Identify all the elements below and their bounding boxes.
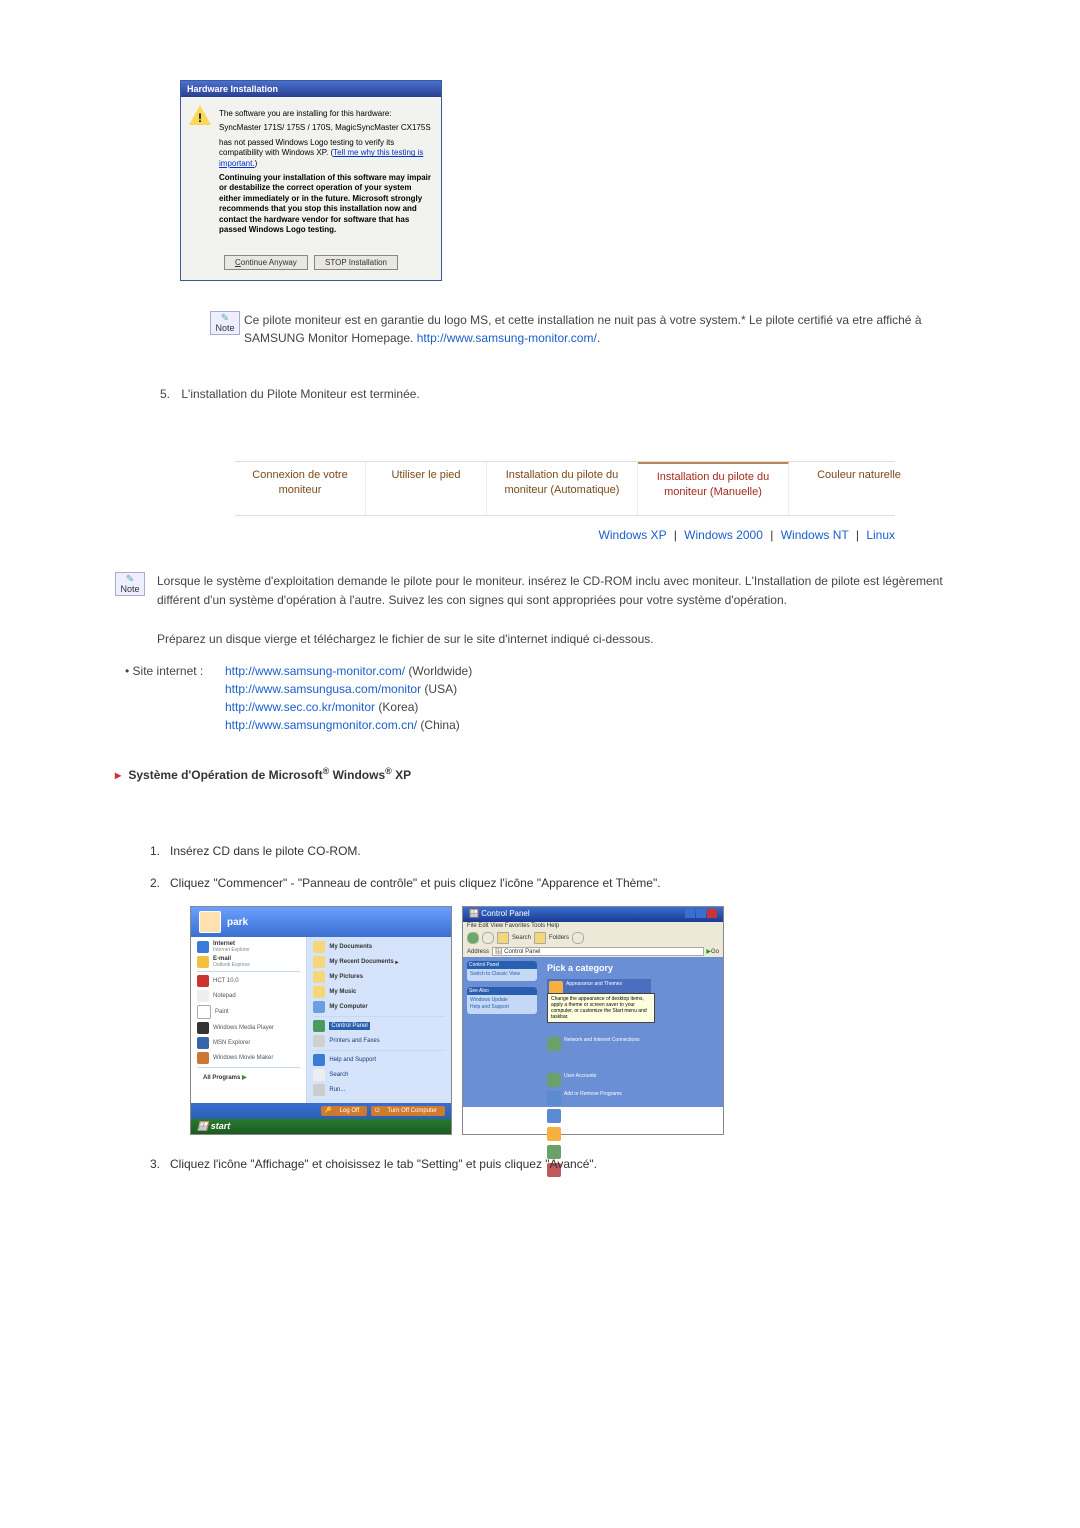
step-5: 5. L'installation du Pilote Moniteur est… xyxy=(160,387,965,401)
date-icon xyxy=(547,1109,561,1123)
arrow-icon: ▸ xyxy=(115,768,121,782)
note-text-2: Lorsque le système d'exploitation demand… xyxy=(157,572,965,610)
msn-icon xyxy=(197,1037,209,1049)
folder-icon xyxy=(313,971,325,983)
sites-label: Site internet : xyxy=(125,664,225,736)
site-link-worldwide[interactable]: http://www.samsung-monitor.com/ xyxy=(225,664,405,678)
cat-network: Network and Internet Connections xyxy=(547,1037,647,1051)
start-username: park xyxy=(227,917,248,928)
cat-sounds: Sounds, Speech, and Audio Devices xyxy=(547,1127,647,1141)
site-link-usa[interactable]: http://www.samsungusa.com/monitor xyxy=(225,682,421,696)
samsung-monitor-link[interactable]: http://www.samsung-monitor.com/ xyxy=(417,331,597,345)
prepare-text: Préparez un disque vierge et téléchargez… xyxy=(157,632,965,646)
run-icon xyxy=(313,1084,325,1096)
minimize-icon xyxy=(685,909,695,918)
avatar-icon xyxy=(199,911,221,933)
cp-toolbar: Search Folders xyxy=(463,930,723,946)
close-icon xyxy=(707,909,717,918)
step-2: 2.Cliquez "Commencer" - "Panneau de cont… xyxy=(150,874,965,892)
hct-icon xyxy=(197,975,209,987)
turnoff-button: ⏻ Turn Off Computer xyxy=(371,1106,445,1116)
note-label: Note xyxy=(215,323,234,333)
ie-icon xyxy=(197,941,209,953)
computer-icon xyxy=(313,1001,325,1013)
folder-icon xyxy=(313,941,325,953)
tab-install-auto[interactable]: Installation du pilote du moniteur (Auto… xyxy=(487,462,638,515)
dialog-title: Hardware Installation xyxy=(181,81,441,97)
tab-connexion[interactable]: Connexion de votre moniteur xyxy=(235,462,366,515)
cat-dtlr: Date, Time, Language, and Regional Optio… xyxy=(547,1109,647,1123)
hardware-installation-dialog: Hardware Installation ! The software you… xyxy=(180,80,442,281)
logoff-button: 🔑 Log Off xyxy=(321,1106,368,1116)
wmp-icon xyxy=(197,1022,209,1034)
help-icon xyxy=(313,1054,325,1066)
user-icon xyxy=(547,1073,561,1087)
control-panel-highlighted: Control Panel xyxy=(329,1022,369,1030)
printer-icon xyxy=(313,1035,325,1047)
forward-icon xyxy=(482,932,494,944)
pick-a-category: Pick a category xyxy=(547,963,717,973)
window-controls xyxy=(684,909,717,920)
sound-icon xyxy=(547,1127,561,1141)
dialog-warning-bold: Continuing your installation of this sof… xyxy=(219,173,433,235)
tabs-row: Connexion de votre moniteur Utiliser le … xyxy=(235,461,895,516)
dialog-device: SyncMaster 171S/ 175S / 170S, MagicSyncM… xyxy=(219,123,433,133)
xp-start-menu-screenshot: park InternetInternet Explorer E-mailOut… xyxy=(190,906,452,1135)
all-programs: All Programs ▶ xyxy=(197,1071,300,1084)
network-icon xyxy=(547,1037,561,1051)
cat-appearance-themes: Appearance and Themes Change the appeara… xyxy=(547,979,651,997)
note-label-2: Note xyxy=(120,584,139,594)
link-windows-xp[interactable]: Windows XP xyxy=(599,528,667,542)
search-icon xyxy=(313,1069,325,1081)
wmm-icon xyxy=(197,1052,209,1064)
note-text: Ce pilote moniteur est en garantie du lo… xyxy=(244,311,965,347)
back-icon xyxy=(467,932,479,944)
cat-tooltip: Change the appearance of desktop items, … xyxy=(547,993,655,1023)
cp-menubar: File Edit View Favorites Tools Help xyxy=(463,922,723,930)
paint-icon xyxy=(197,1005,211,1019)
tab-couleur-naturelle[interactable]: Couleur naturelle xyxy=(789,462,929,515)
link-windows-nt[interactable]: Windows NT xyxy=(781,528,849,542)
maximize-icon xyxy=(696,909,706,918)
continue-label: ontinue Anyway xyxy=(241,258,297,267)
site-list: http://www.samsung-monitor.com/ (Worldwi… xyxy=(225,664,472,736)
start-button: 🪟 start xyxy=(191,1119,451,1134)
dialog-line2b: ) xyxy=(255,159,258,168)
stop-installation-button[interactable]: STOP Installation xyxy=(314,255,398,270)
step-3: 3.Cliquez l'icône "Affichage" et choisis… xyxy=(150,1155,965,1173)
control-panel-icon xyxy=(313,1020,325,1032)
step-1: 1.Insérez CD dans le pilote CO-ROM. xyxy=(150,842,965,860)
up-icon xyxy=(497,932,509,944)
addremove-icon xyxy=(547,1091,561,1105)
tab-utiliser-pied[interactable]: Utiliser le pied xyxy=(366,462,487,515)
site-link-china[interactable]: http://www.samsungmonitor.com.cn/ xyxy=(225,718,417,732)
note-icon: Note xyxy=(210,311,240,335)
site-link-korea[interactable]: http://www.sec.co.kr/monitor xyxy=(225,700,375,714)
warning-icon: ! xyxy=(189,105,211,125)
folder-icon xyxy=(313,956,325,968)
cat-user: User Accounts xyxy=(547,1073,647,1087)
os-links-row: Windows XP | Windows 2000 | Windows NT |… xyxy=(235,528,895,542)
mail-icon xyxy=(197,956,209,968)
note-icon-2: Note xyxy=(115,572,145,596)
music-icon xyxy=(313,986,325,998)
continue-anyway-button[interactable]: Continue Anyway xyxy=(224,255,308,270)
tab-install-manual[interactable]: Installation du pilote du moniteur (Manu… xyxy=(638,462,789,515)
cat-addremove: Add or Remove Programs xyxy=(547,1091,647,1105)
link-windows-2000[interactable]: Windows 2000 xyxy=(684,528,763,542)
link-linux[interactable]: Linux xyxy=(866,528,895,542)
cp-window-title: Control Panel xyxy=(481,909,529,918)
folders-icon xyxy=(534,932,546,944)
dialog-line1: The software you are installing for this… xyxy=(219,109,433,119)
xp-control-panel-screenshot: 🪟 Control Panel File Edit View Favorites… xyxy=(462,906,724,1135)
notepad-icon xyxy=(197,990,209,1002)
os-header-xp: ▸ Système d'Opération de Microsoft® Wind… xyxy=(115,766,965,782)
views-icon xyxy=(572,932,584,944)
